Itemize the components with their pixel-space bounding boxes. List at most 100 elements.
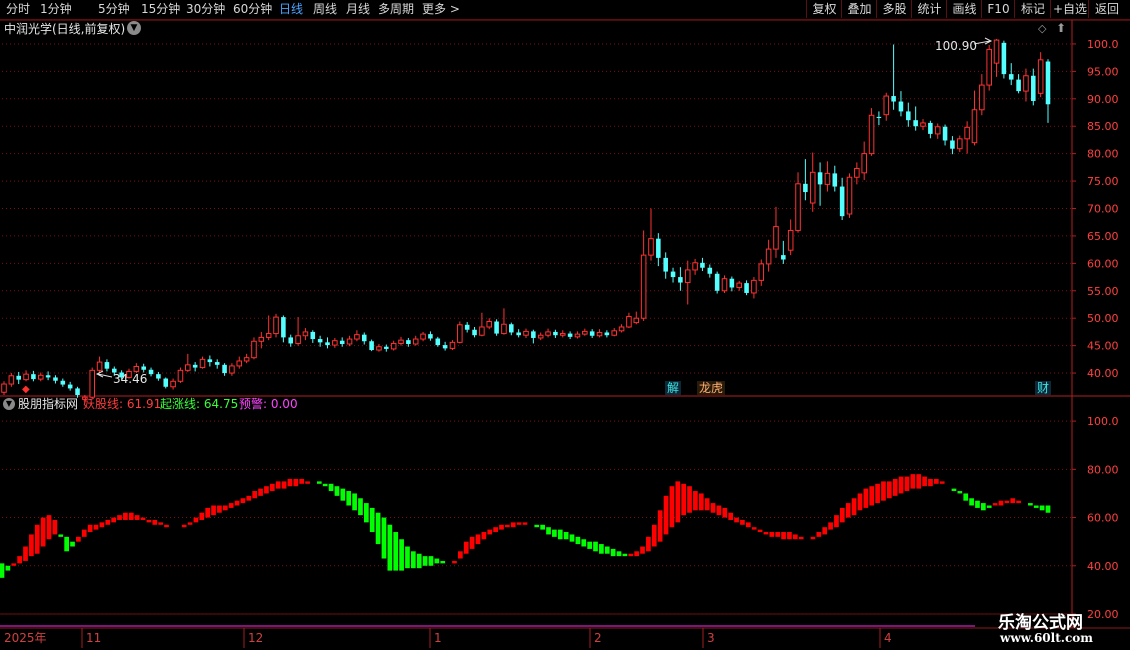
candle-93 xyxy=(684,260,691,305)
candle-51 xyxy=(376,343,382,352)
candle-12 xyxy=(89,367,96,399)
candle-34 xyxy=(251,337,257,360)
indicator-line1-value: 妖股线: 61.91 xyxy=(83,397,162,411)
candle-59 xyxy=(435,336,441,347)
diamond-icon[interactable]: ◇ xyxy=(1038,22,1046,36)
candle-24 xyxy=(177,367,184,383)
price-tick-label-3: 85.00 xyxy=(1087,120,1119,133)
price-tick-label-10: 50.00 xyxy=(1087,312,1119,325)
indicator-tick-label-0: 100.0 xyxy=(1087,415,1119,428)
indicator-line2-value: 起涨线: 64.75 xyxy=(160,397,239,411)
price-tick-label-2: 90.00 xyxy=(1087,93,1119,106)
candle-122 xyxy=(898,91,904,117)
candle-129 xyxy=(950,136,955,155)
candle-78 xyxy=(574,331,581,339)
candle-74 xyxy=(545,328,551,338)
price-tick-label-6: 70.00 xyxy=(1087,203,1119,216)
candle-128 xyxy=(942,124,948,146)
chart-title: 中润光学(日线,前复权) xyxy=(4,22,126,36)
watermark-name: 乐淘公式网 xyxy=(998,613,1083,633)
candle-5 xyxy=(37,372,44,382)
candle-137 xyxy=(1008,63,1014,86)
indicator-tick-label-1: 80.00 xyxy=(1087,463,1119,476)
candle-42 xyxy=(310,330,316,343)
candle-53 xyxy=(390,340,397,351)
candle-63 xyxy=(464,322,470,333)
candle-21 xyxy=(156,371,161,381)
candle-36 xyxy=(265,315,272,341)
candle-120 xyxy=(883,92,890,121)
candle-88 xyxy=(648,208,654,261)
candle-64 xyxy=(472,326,477,338)
month-label-0: 11 xyxy=(86,631,101,645)
marker-jie[interactable]: 解 xyxy=(665,381,682,395)
candle-90 xyxy=(663,252,668,279)
indicator-name: 股朋指标网 xyxy=(18,397,79,411)
candle-29 xyxy=(214,359,220,369)
candle-113 xyxy=(832,165,838,192)
price-tick-label-5: 75.00 xyxy=(1087,175,1119,188)
chevron-down-icon[interactable]: ▼ xyxy=(127,21,141,35)
candle-20 xyxy=(148,367,154,377)
candle-58 xyxy=(428,331,433,341)
candle-111 xyxy=(817,162,823,206)
candle-13 xyxy=(96,356,103,374)
candle-60 xyxy=(442,341,448,351)
candle-2 xyxy=(16,371,21,385)
candle-66 xyxy=(486,318,493,330)
candle-109 xyxy=(803,159,808,201)
candle-45 xyxy=(332,337,338,348)
indicator-settings-icon[interactable]: ▼ xyxy=(3,398,15,410)
candle-62 xyxy=(457,321,463,344)
candle-79 xyxy=(582,328,588,336)
candle-84 xyxy=(618,324,625,333)
candle-75 xyxy=(553,329,558,338)
candle-87 xyxy=(640,230,647,321)
candle-105 xyxy=(773,206,779,258)
candle-38 xyxy=(281,315,286,343)
month-label-2: 1 xyxy=(434,631,442,645)
candle-140 xyxy=(1031,68,1036,106)
indicator-tick-label-2: 60.00 xyxy=(1087,512,1119,525)
candle-142 xyxy=(1045,59,1051,123)
marker-cai[interactable]: 财 xyxy=(1035,381,1052,395)
candle-86 xyxy=(633,311,640,325)
candle-47 xyxy=(346,335,353,347)
candle-81 xyxy=(596,329,603,338)
candle-9 xyxy=(67,381,73,391)
candle-77 xyxy=(567,331,573,340)
candle-30 xyxy=(222,363,227,376)
candle-48 xyxy=(354,330,360,342)
expand-icon[interactable]: ⬆ xyxy=(1056,21,1066,35)
candle-70 xyxy=(516,329,521,338)
marker-longhu[interactable]: 龙虎 xyxy=(697,381,726,395)
candle-52 xyxy=(384,344,389,352)
candle-133 xyxy=(979,74,985,116)
price-tick-label-9: 55.00 xyxy=(1087,285,1119,298)
candle-95 xyxy=(700,257,705,272)
candle-8 xyxy=(60,378,66,387)
candle-138 xyxy=(1016,74,1021,94)
indicator-line3-value: 预警: 0.00 xyxy=(239,397,298,411)
candle-124 xyxy=(913,106,918,131)
candle-39 xyxy=(288,334,294,347)
candle-25 xyxy=(185,353,191,372)
month-label-1: 12 xyxy=(248,631,263,645)
candle-102 xyxy=(751,277,757,299)
candle-85 xyxy=(626,312,632,329)
candle-132 xyxy=(971,90,978,146)
candle-71 xyxy=(523,328,529,338)
candle-72 xyxy=(531,329,536,344)
candle-26 xyxy=(192,362,198,372)
candle-32 xyxy=(236,356,243,369)
price-tick-label-0: 100.0 xyxy=(1087,38,1119,51)
month-label-4: 3 xyxy=(707,631,715,645)
candle-110 xyxy=(809,152,816,212)
price-tick-label-7: 65.00 xyxy=(1087,230,1119,243)
candle-101 xyxy=(744,280,749,296)
candle-28 xyxy=(207,355,213,367)
candle-89 xyxy=(656,233,661,267)
candle-68 xyxy=(501,308,507,335)
candle-82 xyxy=(604,330,610,338)
candle-40 xyxy=(295,317,301,346)
